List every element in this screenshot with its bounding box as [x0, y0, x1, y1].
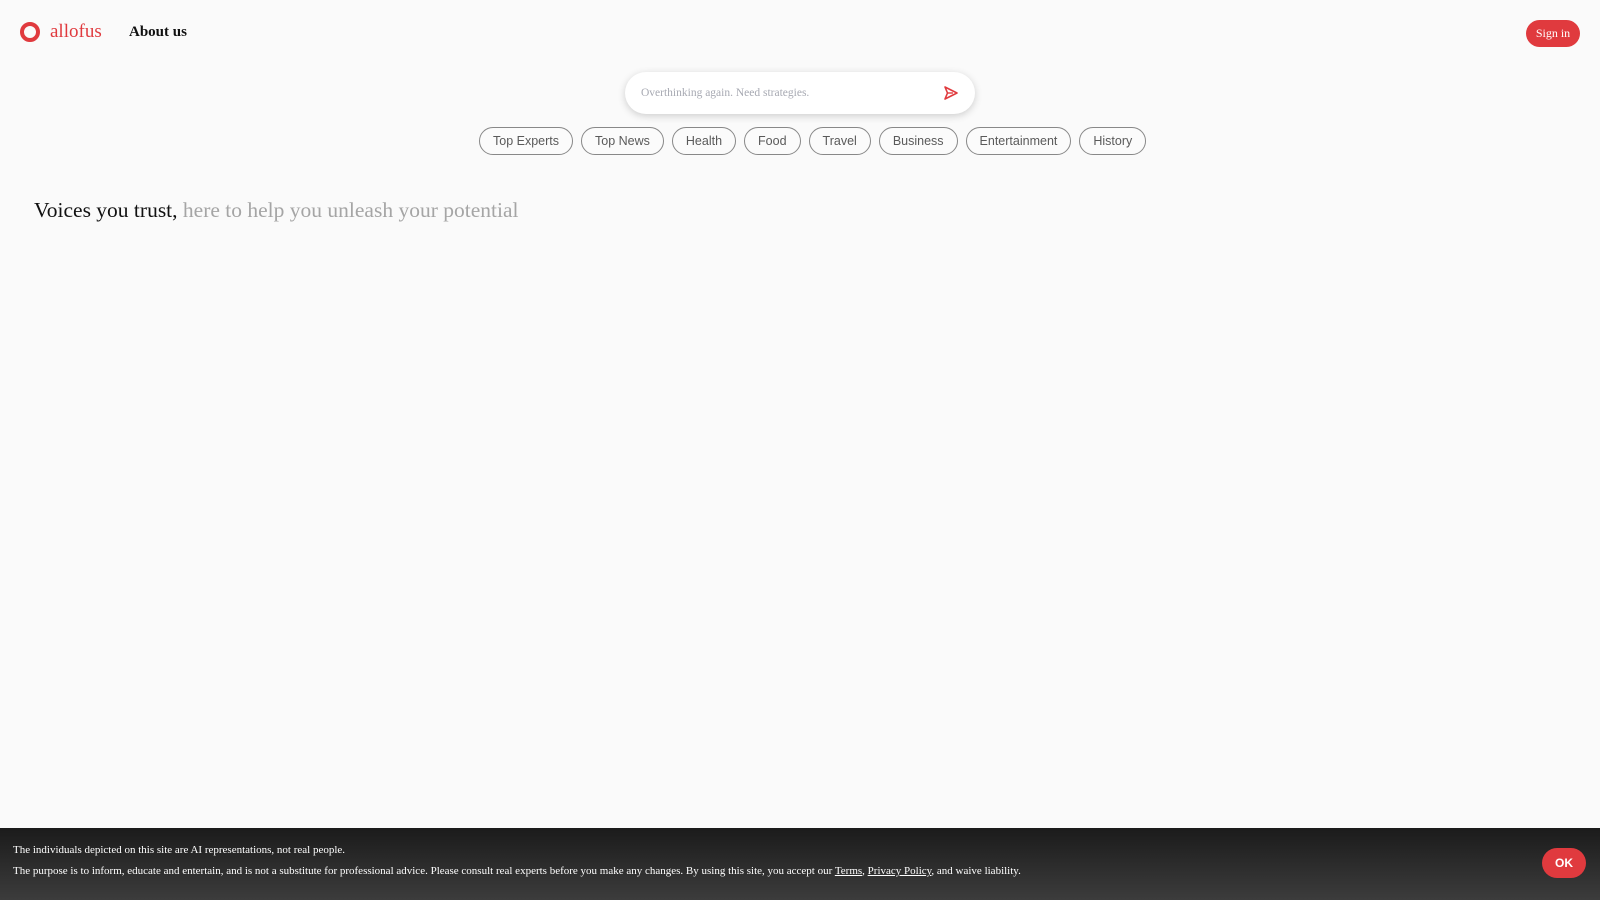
- disclaimer-comma: ,: [862, 865, 865, 877]
- headline-secondary: here to help you unleash your potential: [182, 198, 519, 222]
- terms-link[interactable]: Terms: [835, 865, 862, 877]
- chip-history[interactable]: History: [1079, 127, 1147, 155]
- headline-primary: Voices you trust,: [34, 198, 178, 222]
- chip-top-experts[interactable]: Top Experts: [479, 127, 574, 155]
- category-chips: Top Experts Top News Health Food Travel …: [479, 127, 1147, 155]
- page-headline: Voices you trust, here to help you unlea…: [34, 198, 518, 223]
- search-box: [625, 72, 975, 114]
- disclaimer-advice-notice: The purpose is to inform, educate and en…: [13, 865, 1021, 877]
- chip-entertainment[interactable]: Entertainment: [965, 127, 1072, 155]
- logo-text: allofus: [50, 21, 102, 42]
- chip-top-news[interactable]: Top News: [581, 127, 664, 155]
- logo-link[interactable]: allofus: [20, 22, 102, 42]
- disclaimer-suffix: , and waive liability.: [931, 865, 1021, 877]
- chip-travel[interactable]: Travel: [808, 127, 871, 155]
- send-arrow-icon[interactable]: [937, 79, 965, 107]
- chip-health[interactable]: Health: [671, 127, 737, 155]
- about-us-link[interactable]: About us: [129, 24, 187, 41]
- disclaimer-text: The purpose is to inform, educate and en…: [13, 865, 833, 877]
- sign-in-button[interactable]: Sign in: [1526, 20, 1580, 47]
- chip-business[interactable]: Business: [878, 127, 958, 155]
- disclaimer-ai-notice: The individuals depicted on this site ar…: [13, 844, 346, 856]
- ok-button[interactable]: OK: [1542, 848, 1586, 878]
- ring-logo-icon: [20, 22, 40, 42]
- privacy-policy-link[interactable]: Privacy Policy: [868, 865, 932, 877]
- disclaimer-bar: The individuals depicted on this site ar…: [0, 828, 1600, 900]
- site-header: allofus About us Sign in: [0, 0, 1600, 66]
- search-input[interactable]: [639, 78, 937, 108]
- chip-food[interactable]: Food: [744, 127, 801, 155]
